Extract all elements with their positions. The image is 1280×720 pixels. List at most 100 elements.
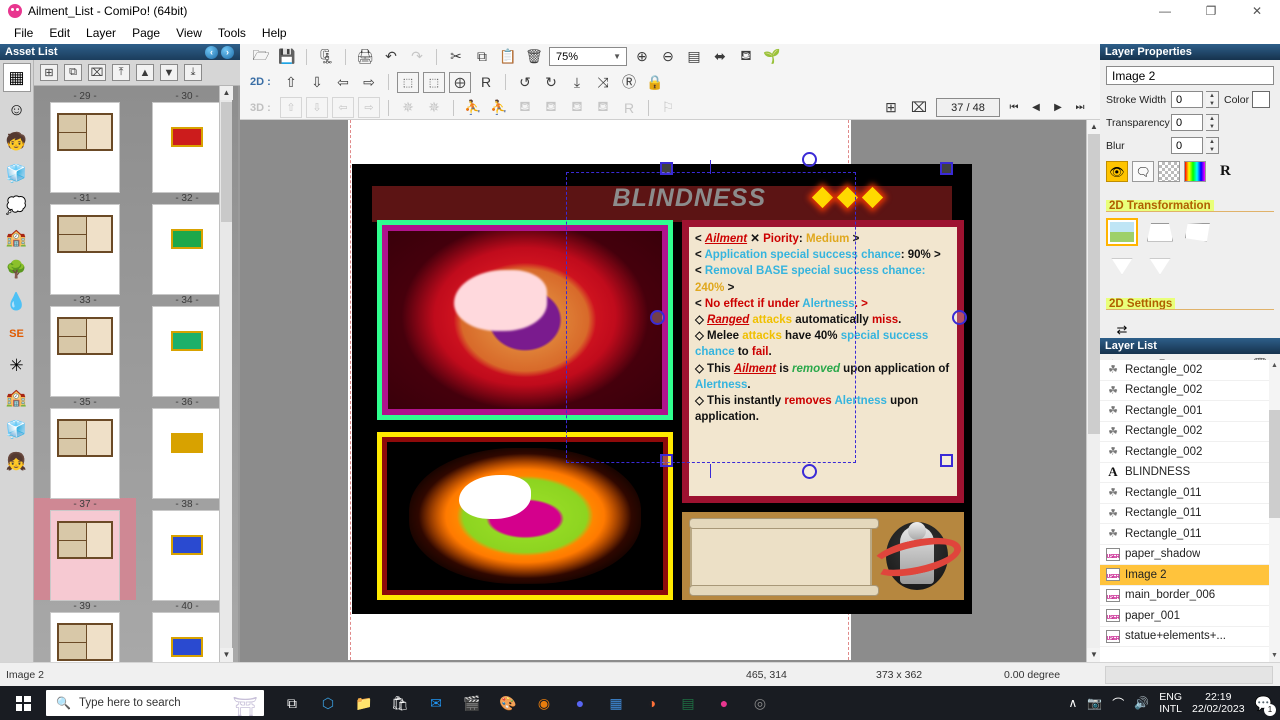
resize-handle-bottom-left[interactable] (660, 454, 673, 467)
flash-effect-tool[interactable]: ✳ (3, 351, 31, 380)
character-tool[interactable]: 🧒 (3, 127, 31, 156)
page-thumbnail-list[interactable]: - 29 -- 30 -- 31 -- 32 -- 33 -- 34 -- 35… (34, 86, 238, 662)
user-3d-tool[interactable]: 🧊 (3, 415, 31, 444)
show-hidden-icons[interactable]: ∧ (1069, 696, 1078, 710)
layer-list-item[interactable]: ☘ Rectangle_002 (1100, 422, 1280, 442)
ailment-text-panel[interactable]: < Ailment ✕ Piority: Medium > < Applicati… (682, 220, 964, 503)
media-player-taskbar-icon[interactable]: 🎬 (460, 691, 484, 715)
move-down-button[interactable]: ▼ (160, 64, 178, 81)
move-right-button[interactable]: ⇨ (358, 72, 380, 93)
asset-scrollbar[interactable]: ▲ ▼ (219, 86, 233, 662)
asset-scroll-up-icon[interactable]: ▲ (220, 86, 233, 100)
speech-balloon-tool[interactable]: 💭 (3, 191, 31, 220)
asset-scroll-down-icon[interactable]: ▼ (220, 648, 233, 662)
user-background-tool[interactable]: 🏫 (3, 383, 31, 412)
comic-panel[interactable]: BLINDNESS < Ailment ✕ Piority: Medium > <… (352, 164, 972, 614)
save-file-button[interactable]: 💾 (276, 46, 298, 67)
obs-taskbar-icon[interactable]: ◎ (748, 691, 772, 715)
align-reset-button[interactable]: Ⓡ (618, 72, 640, 93)
layer-list-items[interactable]: ☘ Rectangle_002 ☘ Rectangle_002 ☘ Rectangle_0… (1100, 360, 1280, 662)
sketch-tool[interactable]: ☺ (3, 95, 31, 124)
layer-scroll-thumb[interactable] (1269, 410, 1280, 518)
close-button[interactable]: ✕ (1234, 0, 1280, 22)
reset-rotation-button[interactable]: R (475, 72, 497, 93)
canvas-vertical-scrollbar[interactable]: ▲ ▼ (1086, 120, 1100, 662)
material-button[interactable]: 🌱 (761, 46, 783, 67)
menu-file[interactable]: File (6, 24, 41, 42)
layer-scroll-up-icon[interactable]: ▲ (1269, 360, 1280, 372)
rotate-left-button[interactable]: ↺ (514, 72, 536, 93)
firefox-taskbar-icon[interactable]: ◑ (640, 691, 664, 715)
search-input[interactable]: 🔍 Type here to search ⛩ (46, 690, 264, 716)
asset-scroll-thumb[interactable] (221, 102, 232, 222)
menu-layer[interactable]: Layer (78, 24, 124, 42)
reset-layer-button[interactable]: R (1220, 163, 1231, 180)
export-button[interactable]: 🗜 (315, 46, 337, 67)
layer-list-item[interactable]: ☘ Rectangle_002 (1100, 442, 1280, 463)
statue-footer-panel[interactable] (682, 512, 965, 600)
cut-button[interactable]: ✂ (445, 46, 467, 67)
transparency-input[interactable]: 0 (1171, 114, 1203, 131)
rotate-handle-left[interactable] (650, 310, 665, 325)
background-tool[interactable]: 🏫 (3, 223, 31, 252)
reset-transform-button[interactable]: ⨁ (449, 71, 471, 93)
color-toggle[interactable] (1184, 161, 1206, 182)
pose-button[interactable]: ⛾ (735, 46, 757, 67)
page-thumbnail[interactable]: - 29 - (34, 90, 136, 192)
delete-page-button[interactable]: ⌧ (88, 64, 106, 81)
blur-stepper[interactable]: ▲ ▼ (1206, 137, 1219, 154)
green-eye-image[interactable] (377, 432, 673, 600)
flip-vertical-button[interactable]: ⤓ (566, 72, 588, 93)
layer-list-item[interactable]: USER main_border_006 (1100, 586, 1280, 606)
zoom-in-button[interactable]: ⊕ (631, 46, 653, 67)
delete-button[interactable]: 🗑 (523, 46, 545, 67)
menu-help[interactable]: Help (254, 24, 295, 42)
page-thumbnail[interactable]: - 37 - (34, 498, 136, 600)
open-file-button[interactable]: 🗁 (250, 46, 272, 67)
file-explorer-taskbar-icon[interactable]: 📁 (352, 691, 376, 715)
rotate-handle-right[interactable] (952, 310, 967, 325)
page-thumbnail[interactable]: - 39 - (34, 600, 136, 662)
calculator-taskbar-icon[interactable]: ▦ (604, 691, 628, 715)
panel-layout-tool[interactable]: ▦ (2, 63, 31, 92)
canvas-scroll-up-icon[interactable]: ▲ (1087, 120, 1100, 134)
menu-tools[interactable]: Tools (210, 24, 254, 42)
excel-taskbar-icon[interactable]: ▤ (676, 691, 700, 715)
transparency-toggle[interactable] (1158, 161, 1180, 182)
rotate-right-button[interactable]: ↻ (540, 72, 562, 93)
volume-icon[interactable]: 🔊 (1134, 696, 1149, 710)
layer-list-item[interactable]: ☘ Rectangle_002 (1100, 381, 1280, 401)
layer-list-item[interactable]: A BLINDNESS (1100, 463, 1280, 483)
transparency-stepper[interactable]: ▲ ▼ (1206, 114, 1219, 131)
print-button[interactable]: 🖨 (354, 46, 376, 67)
menu-page[interactable]: Page (124, 24, 168, 42)
move-up-button[interactable]: ⇧ (280, 72, 302, 93)
maximize-button[interactable]: ❐ (1188, 0, 1234, 22)
new-page-button[interactable]: ⊞ (40, 64, 58, 81)
menu-view[interactable]: View (168, 24, 210, 42)
layer-list-item[interactable]: USER statue+elements+... (1100, 627, 1280, 647)
layer-list-item[interactable]: ☘ Rectangle_011 (1100, 483, 1280, 504)
layer-list-item[interactable]: ☘ Rectangle_002 (1100, 360, 1280, 381)
copy-button[interactable]: ⧉ (471, 46, 493, 67)
visibility-toggle[interactable]: 👁 (1106, 161, 1128, 182)
resize-handle-top-right[interactable] (940, 162, 953, 175)
zoom-out-button[interactable]: ⊖ (657, 46, 679, 67)
layer-list-item[interactable]: USER paper_001 (1100, 606, 1280, 627)
discord-taskbar-icon[interactable]: ● (568, 691, 592, 715)
transform-fan-left[interactable] (1106, 252, 1138, 280)
3d-item-tool[interactable]: 🧊 (3, 159, 31, 188)
page-thumbnail[interactable]: - 33 - (34, 294, 136, 396)
move-left-button[interactable]: ⇦ (332, 72, 354, 93)
scale-down-button[interactable]: ⬚ (423, 71, 445, 93)
color-swatch[interactable] (1252, 91, 1271, 108)
start-button[interactable] (0, 686, 46, 720)
minimize-button[interactable]: — (1142, 0, 1188, 22)
layer-list-item[interactable]: USER Image 2 (1100, 565, 1280, 586)
transform-quad[interactable] (1182, 218, 1214, 246)
balloon-toggle[interactable]: 🗨 (1132, 161, 1154, 182)
clock[interactable]: 22:19 22/02/2023 (1192, 691, 1245, 715)
red-eye-image[interactable] (377, 220, 673, 420)
stroke-width-input[interactable]: 0 (1171, 91, 1203, 108)
rotate-handle-bottom[interactable] (802, 464, 817, 479)
